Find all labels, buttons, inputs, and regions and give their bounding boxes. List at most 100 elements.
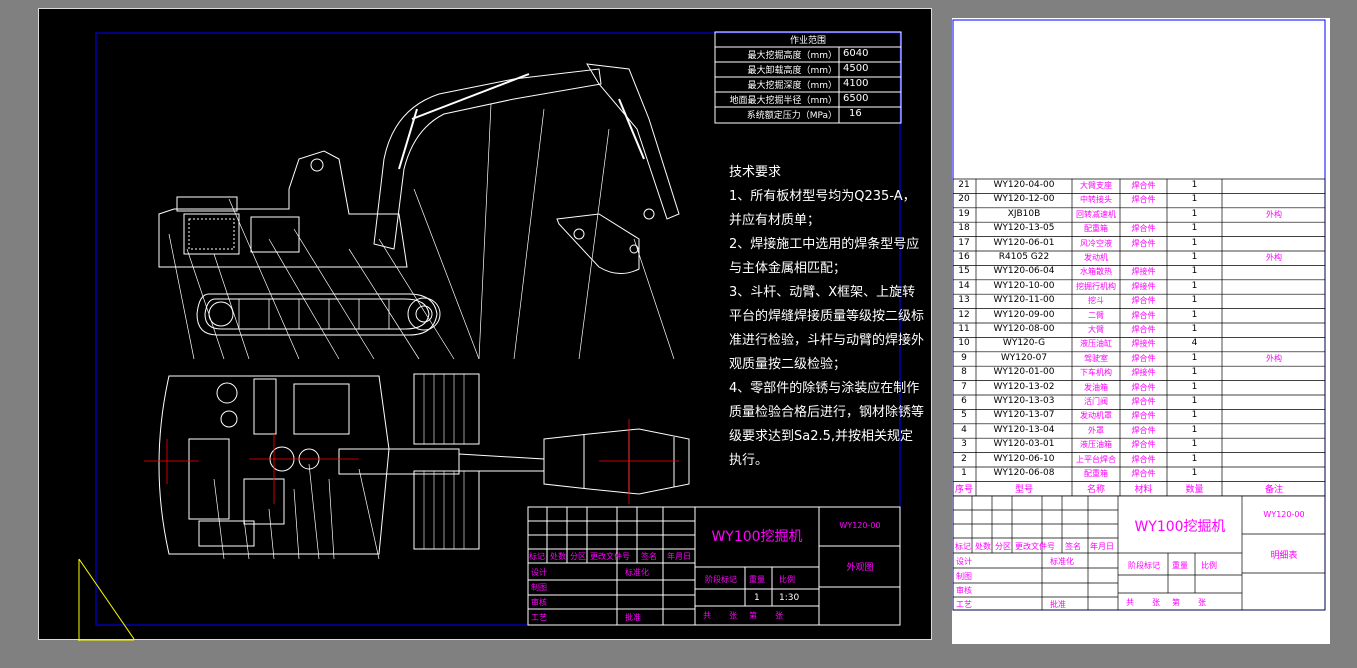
bom-cell: 1 <box>1191 280 1198 291</box>
tb-label-scale: 比例 <box>779 575 795 584</box>
bom-cell: WY120-07 <box>1000 352 1048 363</box>
bom-row: 6 WY120-13-03 活门阀 焊合件 1 <box>952 395 1326 409</box>
tb-scale-value: 1:30 <box>779 593 800 603</box>
bom-cell: WY120-13-04 <box>993 424 1055 435</box>
bom-cell: 21 <box>958 180 970 190</box>
bom-header-cell: 数量 <box>1185 485 1204 496</box>
bom-cell: 中转接头 <box>1080 195 1112 205</box>
bom-tb-label-weight: 重量 <box>1172 561 1188 570</box>
bom-tb-label-count: 处数 <box>975 542 991 551</box>
bom-row: 12 WY120-09-00 二臂 焊合件 1 <box>952 309 1326 323</box>
bom-cell: 焊合件 <box>1131 238 1156 248</box>
bom-cell: 20 <box>958 194 970 205</box>
bom-tb-label-sheet-unit: 张 <box>1198 598 1206 607</box>
bom-tb-label-doc: 更改文件号 <box>1015 542 1055 551</box>
bom-cell: 外构 <box>1266 209 1282 219</box>
tech-req-line: 4、零部件的除锈与涂装应在制作 <box>729 381 920 396</box>
bom-cell: 下车机构 <box>1080 368 1112 378</box>
bom-cell: 13 <box>958 295 970 306</box>
bom-row: 4 WY120-13-04 外罩 焊合件 1 <box>952 424 1326 438</box>
bom-cell: 4 <box>1191 338 1198 349</box>
drawing-number: WY120-00 <box>839 521 881 530</box>
bom-header-cell: 型号 <box>1014 485 1033 496</box>
drawing-sheet-exterior[interactable]: 作业范围 最大挖掘高度（mm） 6040 最大卸载高度（mm） 4500 最大挖… <box>38 8 932 641</box>
tb-label-sheet-no: 第 <box>749 611 757 620</box>
bom-cell: 焊接件 <box>1131 368 1156 378</box>
bom-cell: 19 <box>958 208 970 219</box>
bom-row: 20 WY120-12-00 中转接头 焊合件 1 <box>952 193 1326 207</box>
bom-drawing-name: 明细表 <box>1270 551 1298 561</box>
bom-row: 2 WY120-06-10 上平台焊合 焊合件 1 <box>952 453 1326 467</box>
tech-req-line: 准进行检验，斗杆与动臂的焊接外 <box>729 333 925 348</box>
bom-cell: 1 <box>1191 453 1198 464</box>
bom-cell: 焊合件 <box>1131 325 1156 334</box>
tb-label-stage: 阶段标记 <box>705 575 737 584</box>
bom-cell: WY120-06-04 <box>993 266 1055 277</box>
bom-cell: 17 <box>958 237 970 248</box>
bom-header-cell: 序号 <box>954 485 973 496</box>
bom-row: 3 WY120-03-01 液压油箱 焊合件 1 <box>952 438 1326 452</box>
bom-cell: 16 <box>958 252 970 262</box>
bom-cell: WY120-09-00 <box>993 309 1055 320</box>
bom-cell: 焊合件 <box>1131 425 1156 435</box>
bom-cell: 14 <box>958 280 970 291</box>
bom-cell: 8 <box>961 367 967 378</box>
bom-cell: 18 <box>958 223 970 234</box>
bom-cell: WY120-06-08 <box>993 468 1055 478</box>
tb-label-draw: 制图 <box>531 583 547 592</box>
tb-label-std: 标准化 <box>625 568 649 577</box>
bom-row: 16 R4105 G22 发动机 1 外构 <box>952 251 1326 265</box>
tb-label-sheets: 张 <box>729 611 737 620</box>
bom-cell: 10 <box>958 338 970 349</box>
bom-cell: 1 <box>1191 208 1198 219</box>
bom-cell: 风冷空液 <box>1080 238 1112 248</box>
bom-cell: 1 <box>1191 237 1198 248</box>
bom-cell: 回转减速机 <box>1076 209 1116 219</box>
bom-cell: 1 <box>961 468 967 478</box>
bom-cell: 焊接件 <box>1131 339 1156 349</box>
bom-tb-label-sheets: 张 <box>1152 598 1160 607</box>
bom-tb-label-sheet-no: 第 <box>1172 598 1180 607</box>
bom-cell: 3 <box>961 439 967 450</box>
bom-row: 7 WY120-13-02 发油箱 焊合件 1 <box>952 381 1326 395</box>
bom-cell: 焊合件 <box>1131 382 1156 392</box>
tb-label-doc: 更改文件号 <box>590 552 630 561</box>
spec-row-label: 系统额定压力（MPa） <box>746 111 837 121</box>
bom-cell: 发动机罩 <box>1080 411 1112 421</box>
bom-cell: 11 <box>958 324 970 334</box>
spec-row-value: 4100 <box>843 78 869 89</box>
bom-cell: 1 <box>1191 468 1198 478</box>
bom-cell: 配重箱 <box>1084 224 1108 234</box>
tb-label-zone: 分区 <box>570 552 586 561</box>
bom-cell: 1 <box>1191 309 1198 320</box>
bom-cell: 挖掘行机构 <box>1076 281 1116 291</box>
bom-cell: 1 <box>1191 439 1198 450</box>
drawing-sheet-bom[interactable]: 21 WY120-04-00 大臂支座 焊合件 1 20 WY120-12-00 中转接头 焊合… <box>952 18 1330 644</box>
tech-req-line: 平台的焊缝焊接质量等级按二级标 <box>729 309 925 324</box>
bom-cell: R4105 G22 <box>998 252 1050 262</box>
bom-cell: WY120-12-00 <box>993 194 1055 205</box>
bom-cell: 水箱散热 <box>1080 267 1112 277</box>
bom-cell: 焊合件 <box>1131 469 1156 478</box>
bom-cell: 2 <box>961 453 967 464</box>
bom-tb-label-process: 工艺 <box>956 600 972 609</box>
bom-cell: 1 <box>1191 223 1198 234</box>
bom-row: 19 XJB10B 回转减速机 1 外构 <box>952 208 1326 222</box>
bom-header-cell: 名称 <box>1086 485 1105 496</box>
bom-tb-label-design: 设计 <box>956 557 972 566</box>
bom-row: 14 WY120-10-00 挖掘行机构 焊接件 1 <box>952 280 1326 294</box>
bom-cell: 液压油缸 <box>1080 339 1112 349</box>
bom-cell: XJB10B <box>1007 208 1041 219</box>
tech-req-line: 并应有材质单； <box>729 213 821 228</box>
bom-row: 8 WY120-01-00 下车机构 焊接件 1 <box>952 366 1326 380</box>
bom-drawing-number: WY120-00 <box>1263 510 1305 519</box>
tech-req-line: 1、所有板材型号均为Q235-A， <box>729 189 916 204</box>
bom-cell: 大臂 <box>1088 325 1104 334</box>
bom-cell: 外构 <box>1266 253 1282 262</box>
bom-cell: 焊合件 <box>1131 224 1156 234</box>
tb-label-design: 设计 <box>531 568 547 577</box>
bom-cell: WY120-G <box>1002 338 1046 349</box>
spec-row-label: 最大挖掘深度（mm） <box>747 81 837 91</box>
side-view-excavator <box>158 63 680 360</box>
bom-tb-label-zone: 分区 <box>995 542 1011 551</box>
